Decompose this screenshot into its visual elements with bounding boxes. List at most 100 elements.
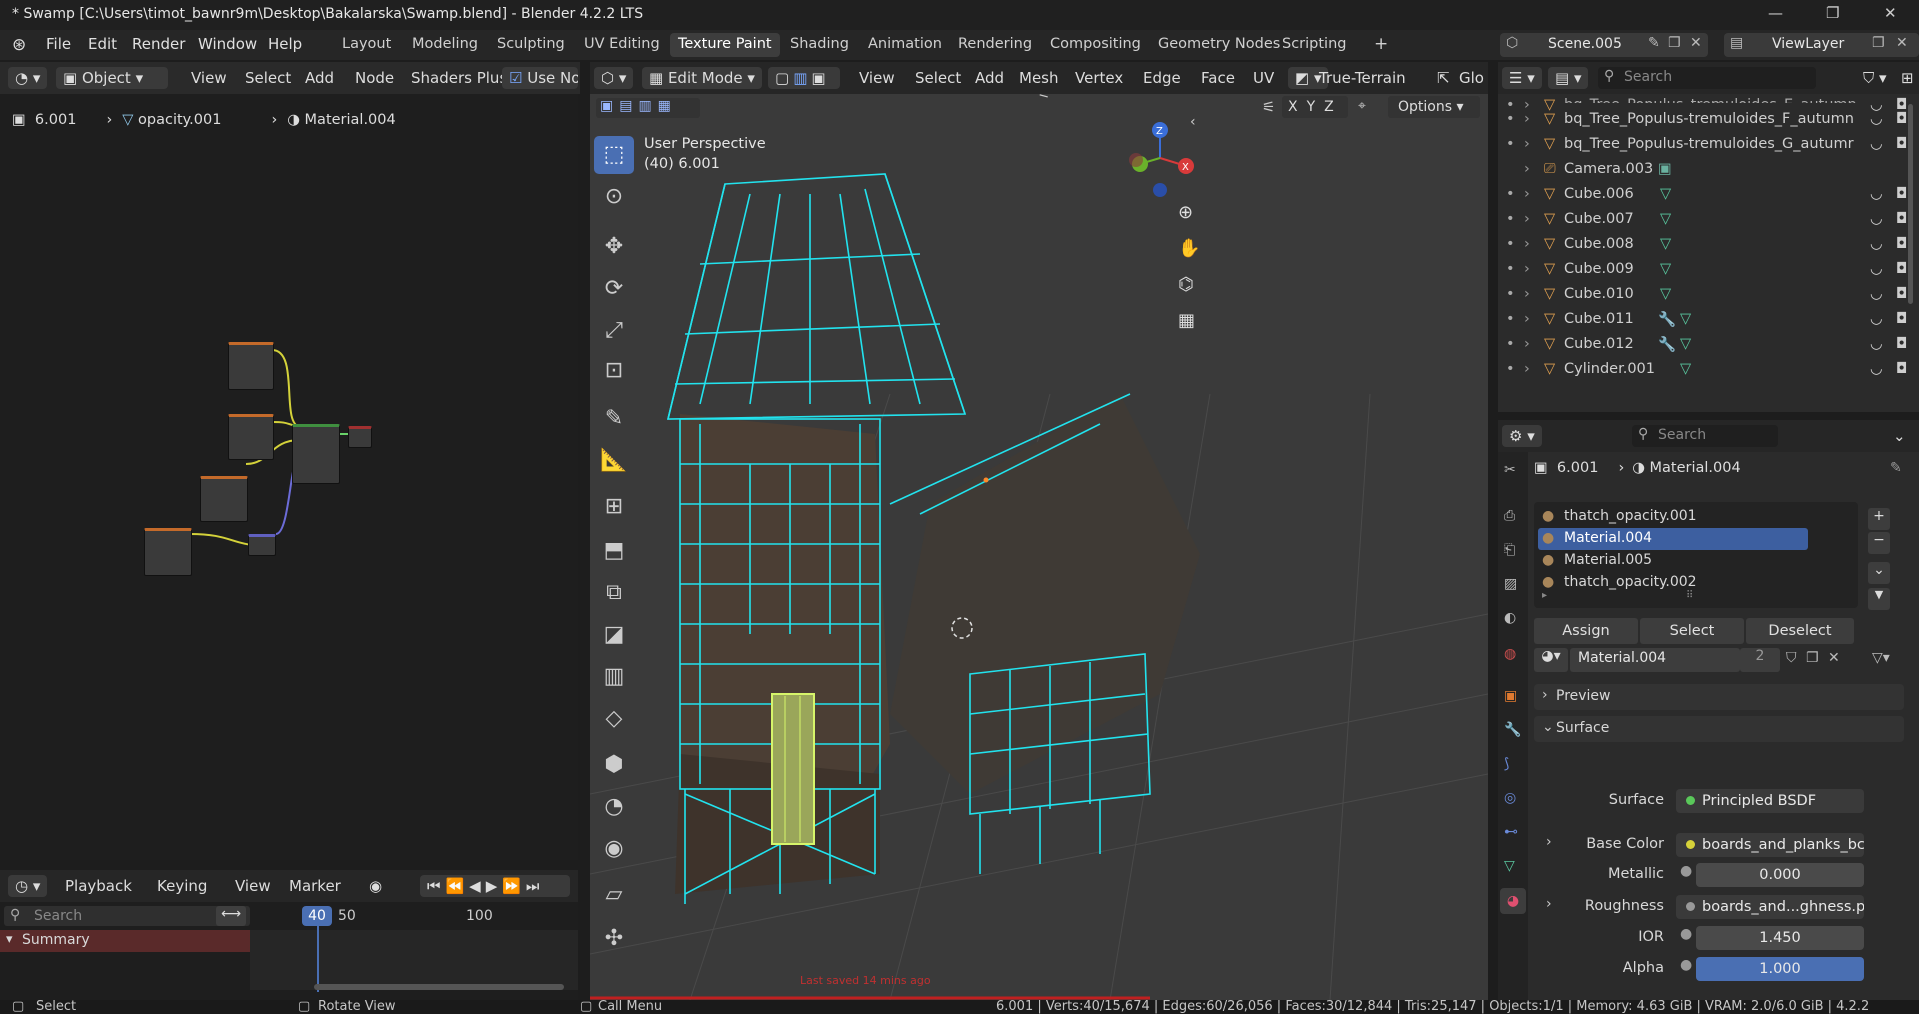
principled-bsdf-node[interactable]	[292, 424, 340, 484]
menu-render[interactable]: Render	[132, 35, 185, 53]
swap-icon[interactable]: ⟷	[216, 906, 246, 926]
eye-icon[interactable]: ◡	[1870, 236, 1883, 252]
rip-icon[interactable]: ✣	[594, 920, 634, 958]
pin-icon[interactable]: ✎	[1890, 460, 1902, 476]
tab-scripting[interactable]: Scripting	[1274, 33, 1354, 57]
scene-name[interactable]: Scene.005	[1548, 36, 1622, 52]
add-workspace-icon[interactable]: +	[1366, 31, 1396, 55]
resize-handle-icon[interactable]: ⠿	[1686, 590, 1693, 601]
scene-tab-icon[interactable]: ◐	[1504, 610, 1516, 626]
camera-icon[interactable]: ◘	[1896, 336, 1907, 352]
tab-texture-paint[interactable]: Texture Paint	[670, 33, 780, 57]
tab-layout[interactable]: Layout	[334, 33, 399, 57]
timeline-body[interactable]: ⚲ Search ⟷ ▾ Summary 40 50 100	[0, 902, 578, 1000]
summary-row[interactable]: ▾ Summary	[0, 930, 250, 952]
true-terrain-menu[interactable]: True-Terrain	[1312, 67, 1413, 89]
pan-hand-icon[interactable]: ✋	[1178, 238, 1200, 259]
selection-mode-buttons[interactable]: ▣▤▥▦	[596, 98, 700, 118]
material-name-field[interactable]: Material.004	[1570, 648, 1740, 672]
image-texture-node[interactable]	[228, 414, 274, 460]
camera-icon[interactable]: ◘	[1896, 286, 1907, 302]
vp-menu-add[interactable]: Add	[968, 67, 1011, 89]
node-menu-add[interactable]: Add	[298, 67, 341, 89]
cursor-icon[interactable]: ⊙	[594, 178, 634, 216]
list-item[interactable]: • › ▽ Cube.008 ▽ ◡ ◘	[1498, 233, 1919, 258]
record-icon[interactable]: ◉	[362, 875, 389, 897]
camera-icon[interactable]: ◘	[1896, 136, 1907, 152]
material-slot-list[interactable]: ● thatch_opacity.001 ● Material.004 ● Mater…	[1534, 502, 1858, 608]
object-type-dropdown[interactable]: ▣ Object ▾	[56, 67, 168, 89]
editor-type-icon[interactable]: ◔ ▾	[8, 67, 48, 89]
scene-selector[interactable]: ⬡ Scene.005 ✎ ❐ ✕	[1500, 33, 1708, 57]
menu-window[interactable]: Window	[198, 35, 257, 53]
outliner-search-input[interactable]: ⚲ Search	[1598, 67, 1816, 89]
vp-menu-face[interactable]: Face	[1194, 67, 1242, 89]
camera-icon[interactable]: ◘	[1896, 261, 1907, 277]
bevel-icon[interactable]: ◪	[594, 616, 634, 654]
snapping-icon[interactable]: ⌖	[1358, 98, 1366, 114]
extrude-icon[interactable]: ⬒	[594, 532, 634, 570]
roughness-field[interactable]: boards_and...ghness.png	[1676, 895, 1864, 919]
axis-x[interactable]: X	[1288, 99, 1307, 115]
modifier-tab-icon[interactable]: 🔧	[1504, 722, 1521, 738]
list-item[interactable]: • › ▽ Cylinder.001 ▽ ◡ ◘	[1498, 358, 1919, 383]
list-item[interactable]: • › ▽ bq_Tree_Populus-tremuloides_G_autumr ◡…	[1498, 133, 1919, 158]
base-color-field[interactable]: boards_and_planks_bc....	[1676, 833, 1864, 857]
physics-tab-icon[interactable]: ◎	[1504, 790, 1516, 806]
butterfly-icon[interactable]: ⚟	[1038, 94, 1051, 102]
expand-icon[interactable]: ▸	[1542, 590, 1547, 601]
timeline-scrollbar[interactable]	[314, 984, 564, 990]
tab-geometry-nodes[interactable]: Geometry Nodes	[1150, 33, 1288, 57]
node-editor-canvas[interactable]	[0, 94, 578, 860]
properties-options-icon[interactable]: ⌄	[1886, 425, 1913, 447]
tab-uv-editing[interactable]: UV Editing	[576, 33, 668, 57]
blender-logo-icon[interactable]: ⊛	[12, 35, 26, 55]
node-menu-view[interactable]: View	[184, 67, 234, 89]
navigation-gizmo[interactable]: Z X	[1110, 120, 1210, 200]
node-menu-shaders-plus[interactable]: Shaders Plus	[404, 67, 514, 89]
filter-icon[interactable]: ⛉ ▾	[1856, 67, 1894, 89]
unlink-icon[interactable]: ✕	[1828, 650, 1840, 666]
ortho-grid-icon[interactable]: ▦	[1178, 310, 1195, 331]
axis-y[interactable]: Y	[1307, 99, 1325, 115]
3d-viewport[interactable]: ▣▤▥▦ User Perspective (40) 6.001 ⚟ ⚟ XYZ…	[590, 94, 1488, 1000]
vp-menu-uv[interactable]: UV	[1246, 67, 1281, 89]
data-tab-icon[interactable]: ▽	[1504, 858, 1515, 874]
duplicate-icon[interactable]: ❐	[1806, 650, 1819, 666]
eye-icon[interactable]: ◡	[1870, 361, 1883, 377]
vp-menu-select[interactable]: Select	[908, 67, 968, 89]
select-button[interactable]: Select	[1640, 618, 1744, 644]
ior-field[interactable]: 1.450	[1696, 926, 1864, 950]
eye-icon[interactable]: ◡	[1870, 186, 1883, 202]
mirror-axis-buttons[interactable]: XYZ	[1282, 96, 1348, 118]
knife-icon[interactable]: ◇	[594, 700, 634, 738]
alpha-slider[interactable]: 1.000	[1696, 957, 1864, 981]
camera-icon[interactable]: ◘	[1896, 111, 1907, 127]
view-layer-name[interactable]: ViewLayer	[1772, 36, 1844, 52]
tab-animation[interactable]: Animation	[860, 33, 950, 57]
image-texture-node[interactable]	[200, 476, 248, 522]
new-view-layer-icon[interactable]: ❐	[1872, 35, 1885, 51]
list-item[interactable]: • › ▽ Cube.007 ▽ ◡ ◘	[1498, 208, 1919, 233]
tool-tab-icon[interactable]: ✂	[1504, 462, 1516, 478]
eye-icon[interactable]: ◡	[1870, 211, 1883, 227]
object-tab-icon[interactable]: ▣	[1504, 688, 1517, 704]
menu-edit[interactable]: Edit	[88, 35, 117, 53]
tab-rendering[interactable]: Rendering	[950, 33, 1040, 57]
move-icon[interactable]: ✥	[594, 228, 634, 266]
current-frame-indicator[interactable]: 40	[302, 906, 332, 926]
maximize-icon[interactable]: ❐	[1826, 4, 1839, 22]
material-tab-icon[interactable]: ◕	[1500, 888, 1526, 914]
image-texture-node[interactable]	[228, 342, 274, 390]
menu-file[interactable]: File	[46, 35, 71, 53]
list-item[interactable]: • › ▽ Cube.012 🔧 ▽ ◡ ◘	[1498, 333, 1919, 358]
tab-compositing[interactable]: Compositing	[1042, 33, 1149, 57]
annotate-icon[interactable]: ✎	[594, 400, 634, 438]
camera-icon[interactable]: ◘	[1896, 361, 1907, 377]
axis-z[interactable]: Z	[1324, 99, 1343, 115]
deselect-button[interactable]: Deselect	[1746, 618, 1854, 644]
add-cube-icon[interactable]: ⊞	[594, 488, 634, 526]
eye-icon[interactable]: ◡	[1870, 336, 1883, 352]
playback-controls[interactable]: ⏮⏪◀▶⏩⏭	[420, 875, 570, 897]
browse-material-icon[interactable]: ◕▾	[1534, 648, 1568, 672]
